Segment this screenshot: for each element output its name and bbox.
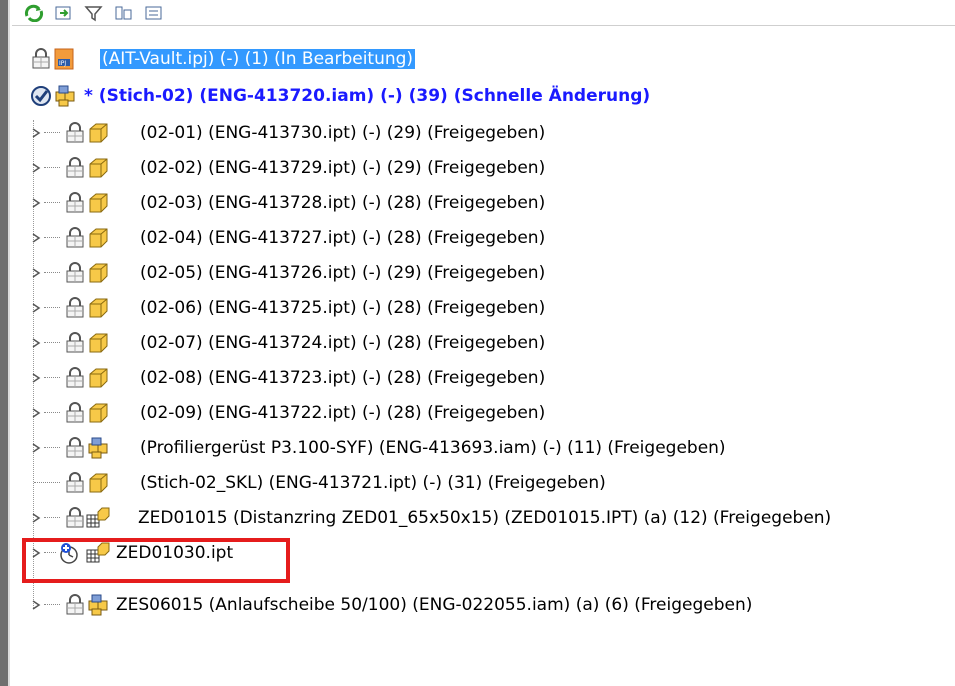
tree-connector <box>44 604 60 605</box>
tree-row-child[interactable]: (02-03) (ENG-413728.ipt) (-) (28) (Freig… <box>0 188 900 218</box>
expand-chevron-icon[interactable] <box>30 398 46 428</box>
expand-chevron-icon[interactable] <box>30 188 46 218</box>
svg-text:IPJ: IPJ <box>59 60 66 67</box>
browser-toolbar <box>12 0 955 26</box>
tree-connector <box>44 202 60 203</box>
lock-icon <box>64 332 86 354</box>
lock-icon <box>64 594 86 616</box>
filter-icon[interactable] <box>84 3 104 23</box>
part-icon <box>86 261 110 285</box>
lock-icon <box>64 297 86 319</box>
tree-row-child[interactable]: (Profiliergerüst P3.100-SYF) (ENG-413693… <box>0 433 900 463</box>
tree-row-label: (02-06) (ENG-413725.ipt) (-) (28) (Freig… <box>140 298 546 318</box>
part-icon <box>86 121 110 145</box>
checked-out-icon <box>30 85 52 107</box>
highlight-annotation <box>22 538 290 583</box>
expand-chevron-icon[interactable] <box>30 590 46 620</box>
part-icon <box>86 296 110 320</box>
expand-chevron-icon[interactable] <box>30 258 46 288</box>
lock-icon <box>64 507 86 529</box>
lock-icon <box>64 157 86 179</box>
expand-chevron-icon[interactable] <box>30 433 46 463</box>
tree-row-child[interactable]: (02-06) (ENG-413725.ipt) (-) (28) (Freig… <box>0 293 900 323</box>
tree-row-child[interactable]: (02-09) (ENG-413722.ipt) (-) (28) (Freig… <box>0 398 900 428</box>
tree-connector <box>44 237 60 238</box>
expand-chevron-icon[interactable] <box>30 223 46 253</box>
tree-row-label: ZES06015 (Anlaufscheibe 50/100) (ENG-022… <box>116 595 753 615</box>
tree-row-child[interactable]: (02-07) (ENG-413724.ipt) (-) (28) (Freig… <box>0 328 900 358</box>
tree-row-child[interactable]: (02-05) (ENG-413726.ipt) (-) (29) (Freig… <box>0 258 900 288</box>
lock-icon <box>30 48 52 70</box>
lock-icon <box>64 402 86 424</box>
part-icon <box>86 471 110 495</box>
tree-row-label: (02-05) (ENG-413726.ipt) (-) (29) (Freig… <box>140 263 546 283</box>
list-icon[interactable] <box>144 3 164 23</box>
tree-connector <box>44 342 60 343</box>
tree-connector <box>44 517 60 518</box>
lock-icon <box>64 122 86 144</box>
assembly-icon <box>86 593 110 617</box>
tree-row-label: (02-09) (ENG-413722.ipt) (-) (28) (Freig… <box>140 403 546 423</box>
lock-icon <box>64 227 86 249</box>
tree-row-child[interactable]: ZED01015 (Distanzring ZED01_65x50x15) (Z… <box>0 503 955 533</box>
tree-connector <box>44 132 60 133</box>
tree-row-child[interactable]: ZES06015 (Anlaufscheibe 50/100) (ENG-022… <box>0 590 900 620</box>
part-icon <box>86 331 110 355</box>
tree-row-label: (02-08) (ENG-413723.ipt) (-) (28) (Freig… <box>140 368 546 388</box>
lock-icon <box>64 367 86 389</box>
assembly-icon <box>86 436 110 460</box>
tree-row-label: * (Stich-02) (ENG-413720.iam) (-) (39) (… <box>84 86 651 106</box>
lock-icon <box>64 472 86 494</box>
tree-row-child[interactable]: (02-04) (ENG-413727.ipt) (-) (28) (Freig… <box>0 223 900 253</box>
tree-connector <box>44 377 60 378</box>
expand-chevron-icon[interactable] <box>30 503 46 533</box>
tree-row-label: (Stich-02_SKL) (ENG-413721.ipt) (-) (31)… <box>140 473 606 493</box>
tree-row-child[interactable]: (02-08) (ENG-413723.ipt) (-) (28) (Freig… <box>0 363 900 393</box>
tree-row-child[interactable]: (02-02) (ENG-413729.ipt) (-) (29) (Freig… <box>0 153 900 183</box>
lock-icon <box>64 262 86 284</box>
expand-chevron-icon[interactable] <box>30 328 46 358</box>
tree-row-label: (AIT-Vault.ipj) (-) (1) (In Bearbeitung) <box>100 49 416 69</box>
lock-icon <box>64 437 86 459</box>
lock-icon <box>64 192 86 214</box>
tree-row-label: (02-07) (ENG-413724.ipt) (-) (28) (Freig… <box>140 333 546 353</box>
project-file-icon: IPJ <box>53 47 77 71</box>
expand-chevron-icon[interactable] <box>30 293 46 323</box>
tree-connector <box>44 272 60 273</box>
tree-connector <box>44 447 60 448</box>
library-part-icon <box>86 506 110 530</box>
tree-row-child[interactable]: (02-01) (ENG-413730.ipt) (-) (29) (Freig… <box>0 118 900 148</box>
part-icon <box>86 366 110 390</box>
refresh-icon[interactable] <box>24 3 44 23</box>
tree-row-label: (02-03) (ENG-413728.ipt) (-) (28) (Freig… <box>140 193 546 213</box>
tree-row-label: (02-02) (ENG-413729.ipt) (-) (29) (Freig… <box>140 158 546 178</box>
part-icon <box>86 156 110 180</box>
tree-connector <box>44 167 60 168</box>
tree-connector <box>34 482 60 483</box>
tree-connector <box>44 307 60 308</box>
expand-chevron-icon[interactable] <box>30 153 46 183</box>
settings-icon[interactable] <box>114 3 134 23</box>
tree-row-label: (02-01) (ENG-413730.ipt) (-) (29) (Freig… <box>140 123 546 143</box>
part-icon <box>86 191 110 215</box>
tree-row-label-selected: (AIT-Vault.ipj) (-) (1) (In Bearbeitung) <box>100 49 416 69</box>
expand-all-icon[interactable] <box>54 3 74 23</box>
tree-row-child[interactable]: (Stich-02_SKL) (ENG-413721.ipt) (-) (31)… <box>0 468 900 498</box>
expand-chevron-icon[interactable] <box>30 118 46 148</box>
tree-row-label: (Profiliergerüst P3.100-SYF) (ENG-413693… <box>140 438 726 458</box>
tree-row-label: ZED01015 (Distanzring ZED01_65x50x15) (Z… <box>138 508 832 528</box>
tree-row-project[interactable]: IPJ (AIT-Vault.ipj) (-) (1) (In Bearbeit… <box>0 44 900 74</box>
part-icon <box>86 226 110 250</box>
part-icon <box>86 401 110 425</box>
expand-chevron-icon[interactable] <box>30 363 46 393</box>
tree-connector <box>44 412 60 413</box>
tree-row-label: (02-04) (ENG-413727.ipt) (-) (28) (Freig… <box>140 228 546 248</box>
assembly-icon <box>53 84 77 108</box>
tree-row-assembly[interactable]: * (Stich-02) (ENG-413720.iam) (-) (39) (… <box>0 81 900 111</box>
